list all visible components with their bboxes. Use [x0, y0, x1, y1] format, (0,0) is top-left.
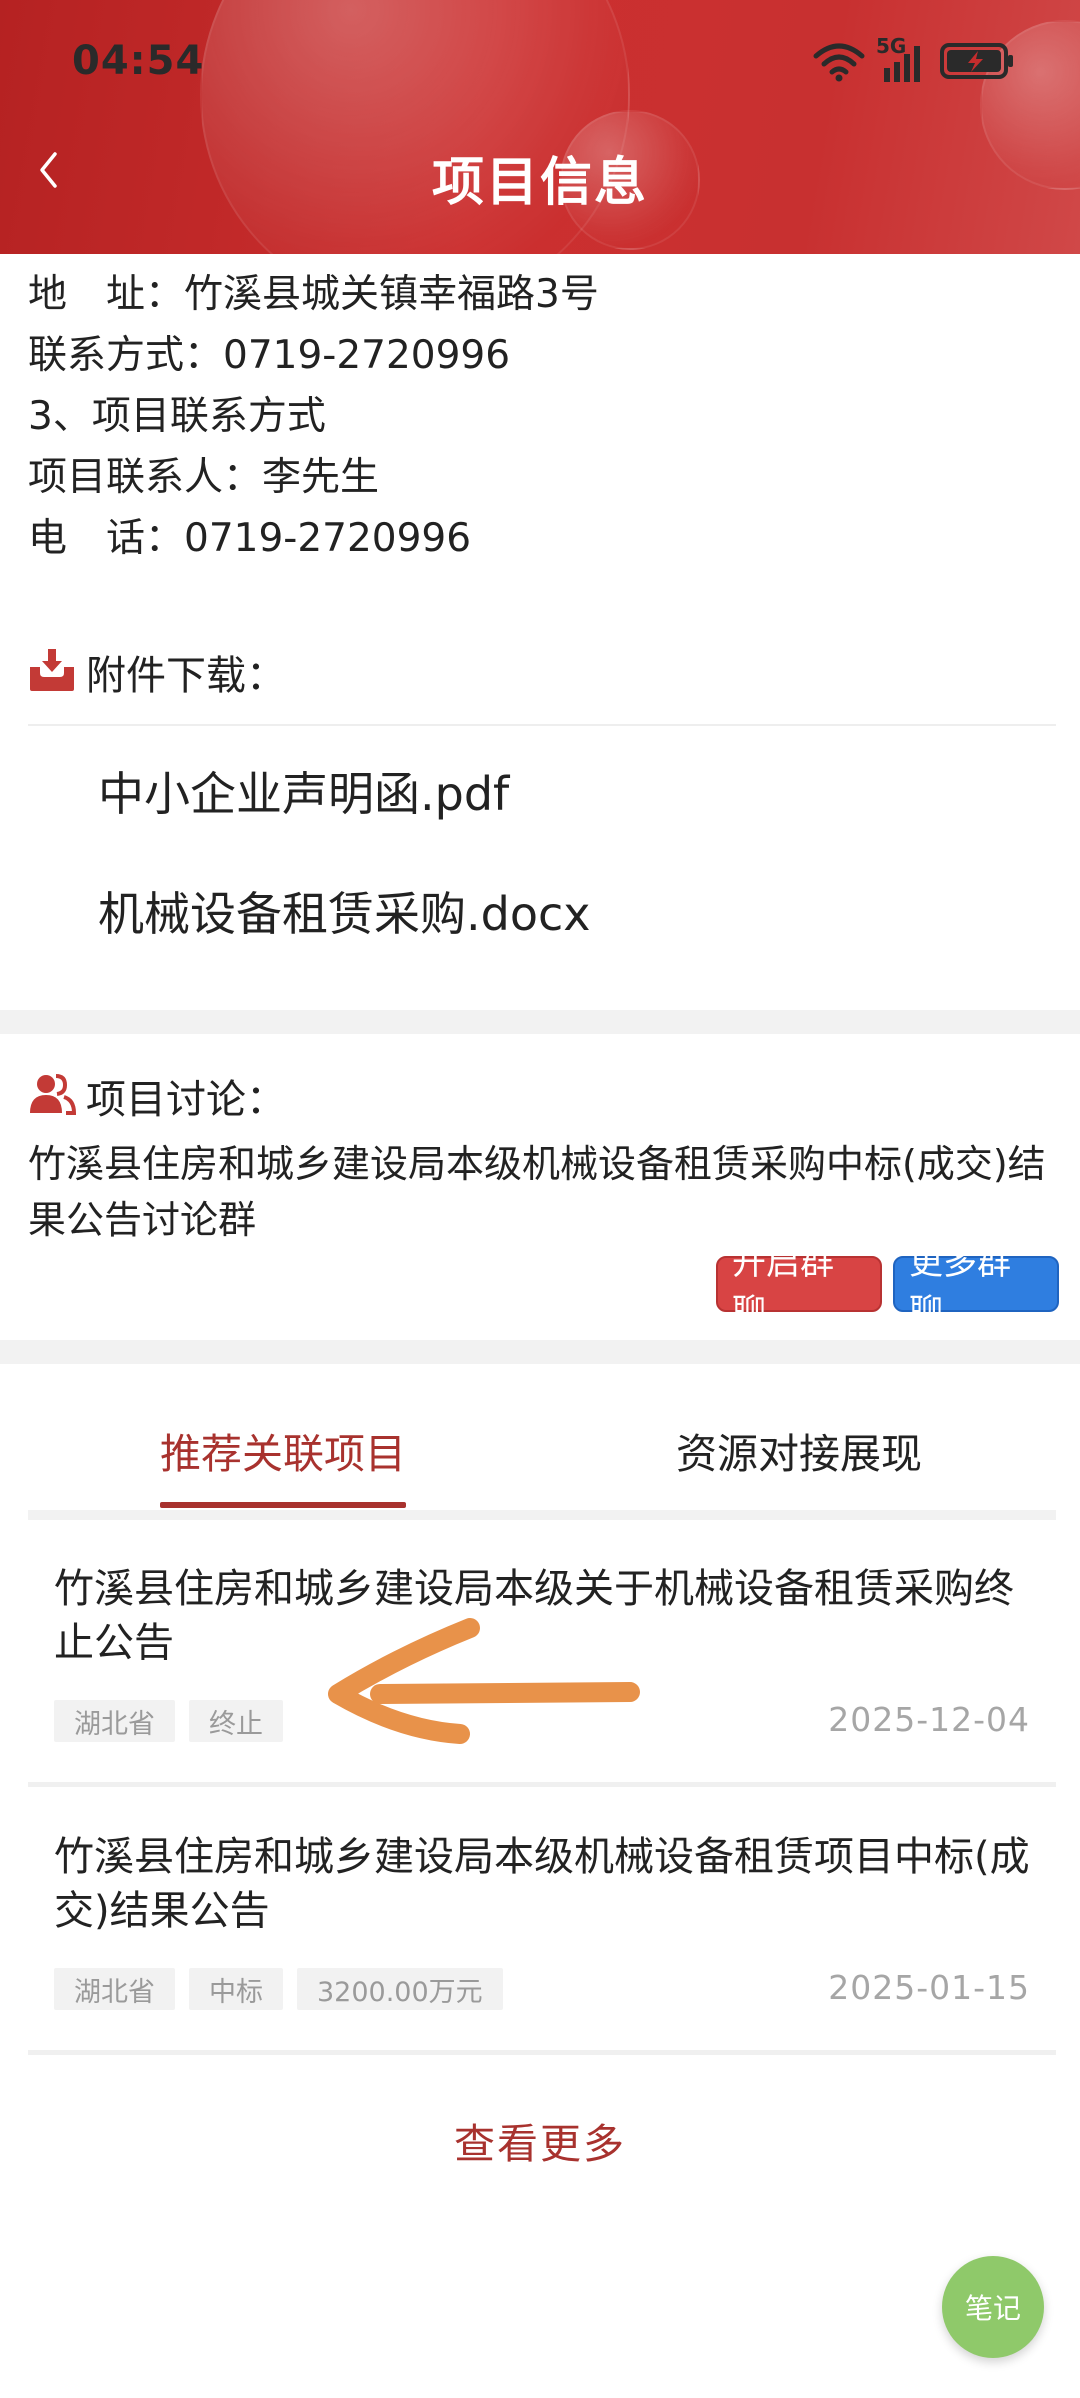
project-title[interactable]: 竹溪县住房和城乡建设局本级机械设备租赁项目中标(成交)结果公告	[54, 1830, 1044, 1938]
tab-resource-matching[interactable]: 资源对接展现	[676, 1420, 922, 1480]
telephone-line: 电 话：0719-2720996	[28, 516, 472, 561]
section-heading: 3、项目联系方式	[28, 394, 326, 439]
status-time: 04:54	[72, 38, 205, 84]
view-more-link[interactable]: 查看更多	[0, 2110, 1080, 2170]
tab-recommended-projects[interactable]: 推荐关联项目	[160, 1420, 406, 1480]
tag-amount: 3200.00万元	[297, 1968, 503, 2010]
page-title: 项目信息	[431, 153, 648, 213]
status-icons: 5G	[812, 34, 1016, 86]
active-tab-indicator	[160, 1502, 406, 1508]
cellular-signal-icon: 5G	[876, 34, 926, 84]
note-fab-button[interactable]: 笔记	[942, 2256, 1044, 2358]
download-icon	[28, 647, 76, 697]
discussion-header: 项目讨论：	[28, 1066, 286, 1126]
contact-person-line: 项目联系人：李先生	[28, 455, 380, 500]
contact-info: 地 址：竹溪县城关镇幸福路3号 联系方式：0719-2720996 3、项目联系…	[28, 264, 1052, 569]
discussion-group-name: 竹溪县住房和城乡建设局本级机械设备租赁采购中标(成交)结果公告讨论群	[28, 1142, 1046, 1242]
app-header: 04:54 5G 项目信息	[0, 0, 1080, 254]
more-group-chats-button[interactable]: 更多群聊	[893, 1243, 1059, 1332]
tag-province: 湖北省	[54, 1700, 175, 1742]
tag-status: 中标	[189, 1968, 283, 2010]
discussion-label: 项目讨论：	[86, 1077, 286, 1123]
group-users-icon	[28, 1073, 77, 1119]
project-tags: 湖北省 终止	[54, 1700, 283, 1742]
decor-bubble	[200, 0, 630, 254]
contact-phone-line: 联系方式：0719-2720996	[28, 333, 511, 378]
project-tags: 湖北省 中标 3200.00万元	[54, 1968, 503, 2010]
arrow-annotation-icon	[328, 1618, 640, 1744]
tag-status: 终止	[189, 1700, 283, 1742]
divider	[28, 2050, 1056, 2055]
attachment-file-pdf[interactable]: 中小企业声明函.pdf	[98, 758, 509, 824]
battery-charging-icon	[940, 41, 1016, 85]
section-gap	[0, 1010, 1080, 1034]
project-date: 2025-12-04	[828, 1700, 1030, 1739]
open-group-chat-button[interactable]: 开启群聊	[716, 1243, 882, 1332]
section-gap	[0, 1340, 1080, 1364]
tag-province: 湖北省	[54, 1968, 175, 2010]
wifi-icon	[812, 40, 866, 86]
divider	[28, 1510, 1056, 1520]
divider	[28, 1782, 1056, 1787]
attachments-label: 附件下载：	[86, 653, 286, 699]
attachment-file-docx[interactable]: 机械设备租赁采购.docx	[98, 878, 590, 944]
attachments-header: 附件下载：	[28, 640, 286, 704]
network-type-label: 5G	[876, 34, 907, 58]
address-line: 地 址：竹溪县城关镇幸福路3号	[28, 272, 599, 317]
divider	[28, 724, 1056, 726]
project-date: 2025-01-15	[828, 1968, 1030, 2007]
